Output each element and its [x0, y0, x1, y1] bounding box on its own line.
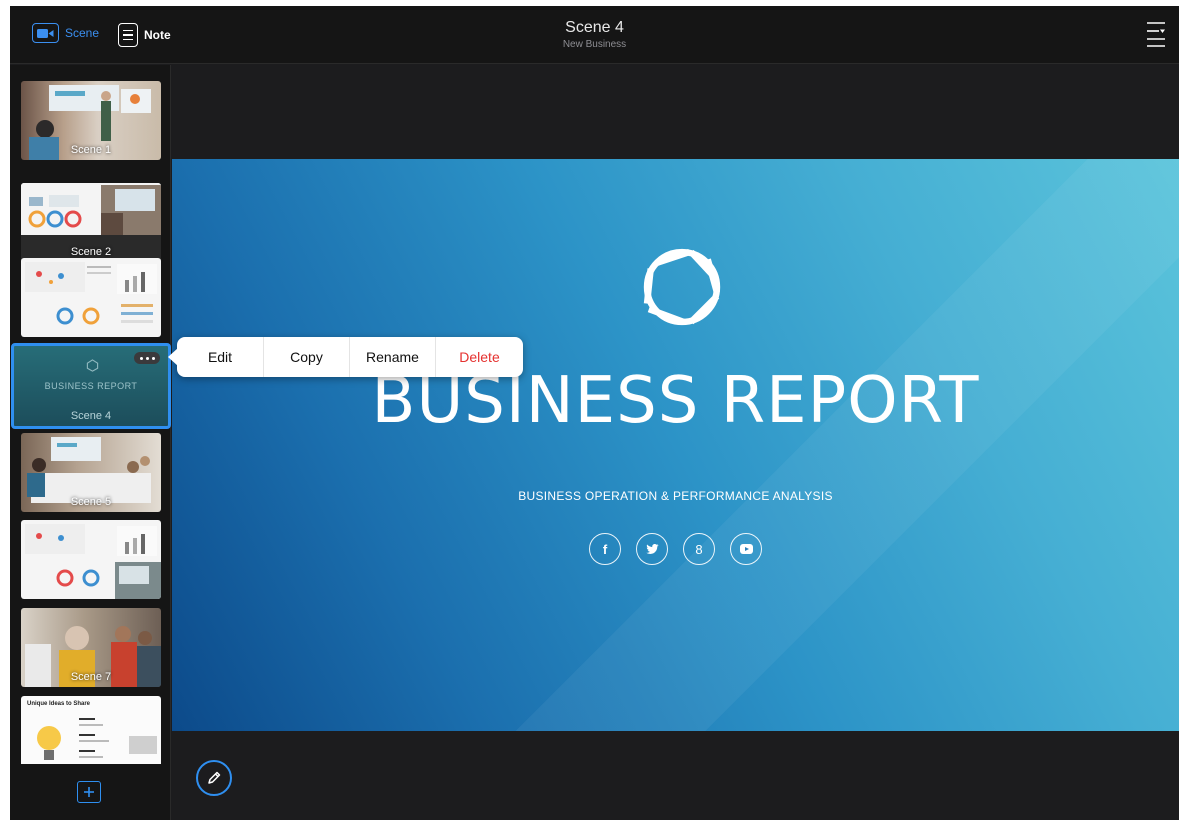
- aperture-logo-icon: [643, 248, 721, 326]
- scene-thumbnail-8[interactable]: Unique Ideas to Share: [21, 696, 161, 764]
- twitter-bird-glyph: [645, 543, 659, 554]
- slide-logo-icon: [86, 359, 99, 372]
- scene-thumbnail-2[interactable]: Scene 2: [21, 183, 161, 262]
- scene-preview-image: [25, 262, 157, 325]
- scene-preview-image: [25, 524, 161, 599]
- page-title: Scene 4: [565, 19, 624, 36]
- edit-menu-item[interactable]: Edit: [177, 337, 264, 377]
- scene-label: Scene 7: [70, 671, 112, 683]
- annotate-pen-button[interactable]: [196, 760, 232, 796]
- title-block: Scene 4 New Business: [10, 19, 1179, 52]
- plus-icon: [84, 787, 94, 797]
- scene-sidebar: Scene 1 Scene 2 BUSINESS REPORT Scene 4 …: [10, 65, 171, 820]
- facebook-icon[interactable]: f: [589, 533, 621, 565]
- scene-preview-title: BUSINESS REPORT: [44, 381, 138, 391]
- menu-button[interactable]: [1145, 20, 1167, 48]
- scene-thumbnail-6[interactable]: [21, 520, 161, 599]
- more-options-button[interactable]: [134, 352, 160, 364]
- app-window: Scene Note Scene 4 New Business Scene 1 …: [10, 6, 1179, 820]
- lightbulb-icon: [37, 718, 157, 760]
- google-icon[interactable]: 8: [683, 533, 715, 565]
- rename-menu-item[interactable]: Rename: [350, 337, 436, 377]
- scene-label: Scene 1: [70, 144, 112, 156]
- menu-list-icon: [1147, 22, 1165, 47]
- scene-thumbnail-1[interactable]: Scene 1: [21, 81, 161, 160]
- scene-thumbnail-3[interactable]: [21, 258, 161, 337]
- youtube-play-glyph: [739, 544, 753, 554]
- scene-thumbnail-5[interactable]: Scene 5: [21, 433, 161, 512]
- scene-thumbnail-7[interactable]: Scene 7: [21, 608, 161, 687]
- slide-canvas[interactable]: BUSINESS REPORT BUSINESS OPERATION & PER…: [172, 159, 1179, 731]
- page-subtitle: New Business: [562, 39, 627, 50]
- add-scene-button[interactable]: [77, 781, 101, 803]
- scene-thumbnail-4[interactable]: BUSINESS REPORT Scene 4: [11, 343, 171, 429]
- pen-icon: [208, 771, 221, 784]
- delete-menu-item[interactable]: Delete: [436, 337, 523, 377]
- scene-label: Scene 4: [70, 410, 112, 422]
- scene-context-menu: Edit Copy Rename Delete: [168, 337, 523, 377]
- top-bar: Scene Note Scene 4 New Business: [10, 6, 1179, 64]
- scene-label: Scene 5: [70, 496, 112, 508]
- scene-label: Scene 2: [70, 246, 112, 258]
- youtube-icon[interactable]: [730, 533, 762, 565]
- copy-menu-item[interactable]: Copy: [264, 337, 350, 377]
- social-icons: f 8: [172, 533, 1179, 565]
- slide-subtitle: BUSINESS OPERATION & PERFORMANCE ANALYSI…: [518, 489, 833, 503]
- twitter-icon[interactable]: [636, 533, 668, 565]
